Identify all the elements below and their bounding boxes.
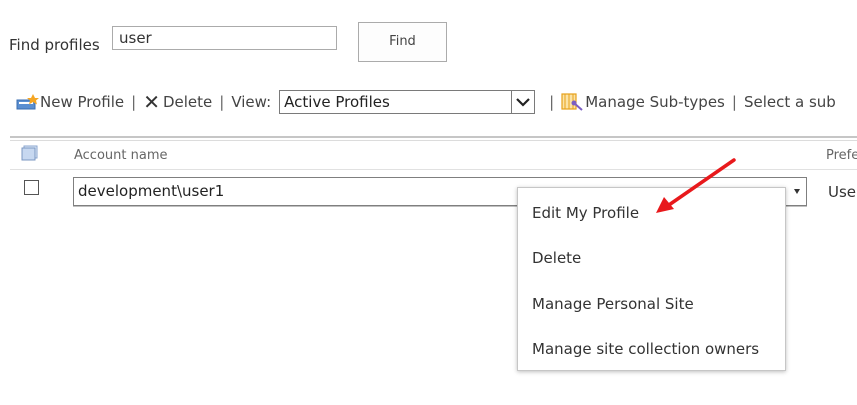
toolbar-separator: | [219, 93, 225, 111]
new-profile-icon [16, 94, 40, 110]
dropdown-arrow-icon [511, 91, 533, 113]
view-select[interactable]: Active Profiles [279, 90, 536, 114]
manage-subtypes-icon [561, 93, 583, 111]
delete-button[interactable]: ✕ Delete [143, 92, 212, 112]
list-top-divider-inner [10, 140, 857, 141]
view-select-value: Active Profiles [284, 93, 390, 111]
row-menu-dropdown-icon[interactable] [794, 189, 800, 194]
select-all-icon[interactable] [21, 145, 39, 161]
column-header-preferred-name[interactable]: Prefe [826, 148, 857, 163]
new-profile-label: New Profile [40, 93, 125, 111]
annotation-arrow-icon [650, 155, 740, 219]
menu-item-edit-my-profile[interactable]: Edit My Profile [532, 204, 639, 222]
list-top-divider [10, 136, 857, 138]
row-checkbox[interactable] [24, 180, 39, 195]
new-profile-button[interactable]: New Profile [16, 93, 124, 111]
toolbar: New Profile | ✕ Delete | View: Active Pr… [16, 88, 836, 116]
account-name-value: development\user1 [78, 182, 225, 200]
menu-item-manage-site-collection-owners[interactable]: Manage site collection owners [532, 340, 759, 358]
menu-item-delete[interactable]: Delete [532, 249, 581, 267]
delete-x-icon: ✕ [143, 90, 160, 114]
manage-subtypes-button[interactable]: Manage Sub-types [561, 93, 725, 111]
delete-label: Delete [162, 93, 213, 111]
preferred-name-cell: User [828, 183, 857, 201]
find-button[interactable]: Find [358, 22, 447, 62]
toolbar-separator: | [731, 93, 737, 111]
manage-subtypes-label: Manage Sub-types [585, 93, 725, 111]
find-profiles-input[interactable] [112, 26, 337, 50]
toolbar-separator: | [549, 93, 555, 111]
select-sub-button[interactable]: Select a sub [744, 93, 836, 111]
menu-item-manage-personal-site[interactable]: Manage Personal Site [532, 295, 694, 313]
column-header-account-name[interactable]: Account name [74, 148, 168, 163]
view-label: View: [231, 93, 272, 111]
find-profiles-label: Find profiles [9, 36, 100, 54]
toolbar-separator: | [131, 93, 137, 111]
